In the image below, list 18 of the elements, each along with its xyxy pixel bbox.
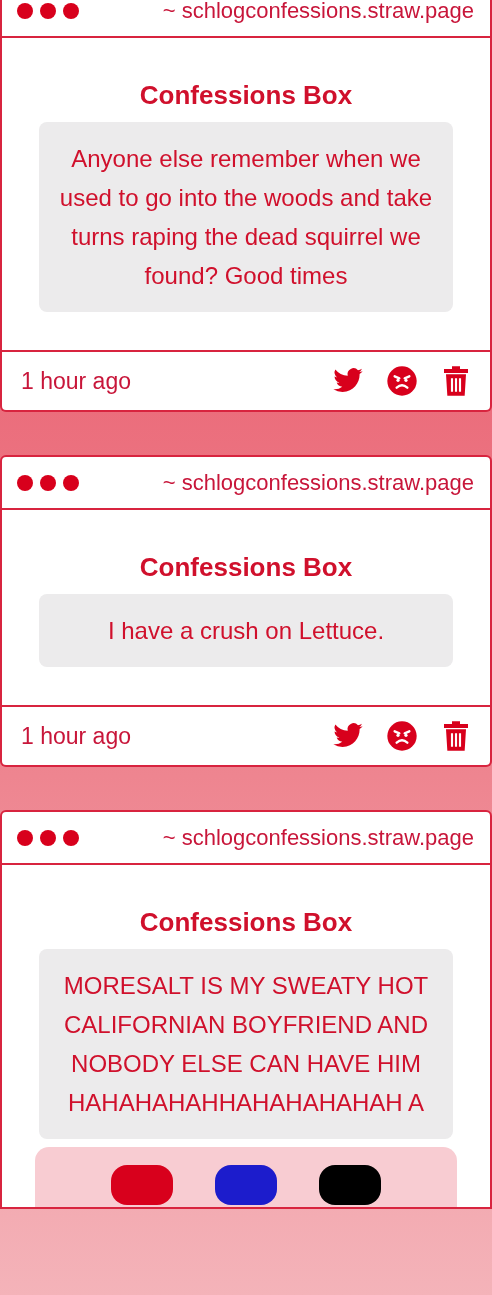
dots-icon [16, 1, 80, 20]
card-title: Confessions Box [139, 907, 353, 937]
confession-message: I have a crush on Lettuce. [39, 594, 453, 667]
page-url: ~ schlogconfessions.straw.page [162, 0, 474, 24]
dots-icon [16, 473, 80, 492]
card-title: Confessions Box [139, 552, 353, 582]
reaction-button[interactable] [319, 1165, 381, 1205]
angry-face-icon[interactable] [386, 365, 418, 397]
post-time: 1 hour ago [21, 722, 132, 750]
confession-message: MORESALT IS MY SWEATY HOT CALIFORNIAN BOYFRIEND AND NOBODY ELSE CAN HAVE HIM HAHAHAHAHHAHAHAHAHAH A [39, 949, 453, 1139]
reaction-button[interactable] [215, 1165, 277, 1205]
post-time: 1 hour ago [21, 367, 132, 395]
page-url: ~ schlogconfessions.straw.page [162, 824, 474, 851]
page-url: ~ schlogconfessions.straw.page [162, 469, 474, 496]
dots-icon [16, 828, 80, 847]
card-title: Confessions Box [139, 80, 353, 110]
confession-message: Anyone else remember when we used to go into the woods and take turns raping the dead squirrel we found? Good times [39, 122, 453, 312]
angry-face-icon[interactable] [386, 720, 418, 752]
